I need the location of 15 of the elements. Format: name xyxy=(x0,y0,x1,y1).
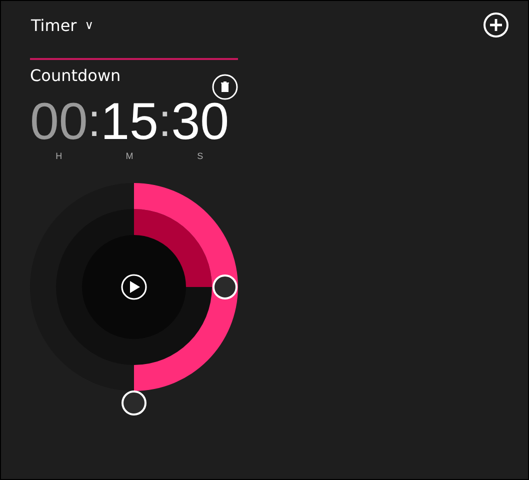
dial-handle[interactable] xyxy=(122,390,146,416)
timer-name: Countdown xyxy=(30,66,121,85)
time-value[interactable]: 30 xyxy=(171,94,230,150)
unit-label: H xyxy=(56,151,62,161)
time-value[interactable]: 00 xyxy=(30,94,88,150)
play-icon[interactable] xyxy=(121,274,147,300)
unit-label: M xyxy=(126,151,134,161)
time-value[interactable]: 15 xyxy=(100,94,158,150)
delete-icon[interactable] xyxy=(212,74,238,100)
page-title[interactable]: Timer xyxy=(31,16,77,34)
unit-label: S xyxy=(197,151,204,161)
dropdown-caret-icon[interactable]: ∨ xyxy=(84,18,94,32)
time-separator: : xyxy=(88,94,101,146)
add-icon[interactable] xyxy=(483,12,509,38)
time-separator: : xyxy=(158,94,172,146)
